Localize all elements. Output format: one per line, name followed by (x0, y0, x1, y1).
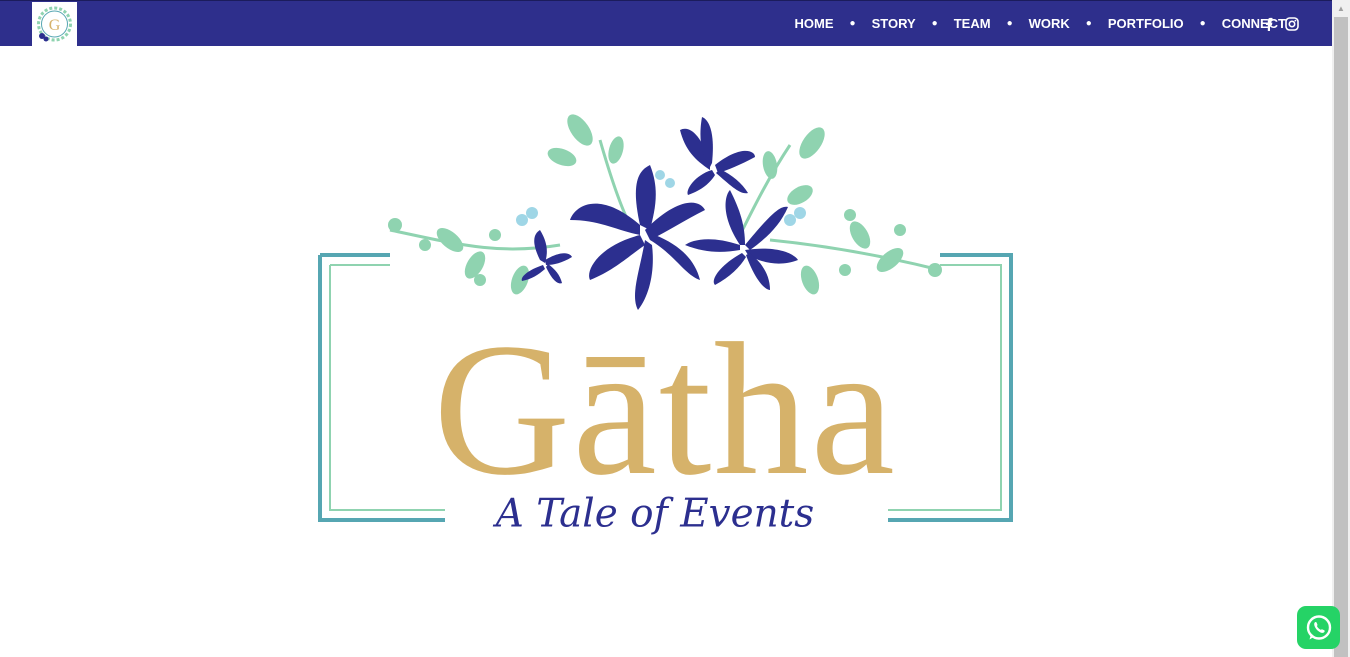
facebook-icon[interactable] (1262, 17, 1276, 31)
site-logo[interactable]: G (32, 2, 77, 46)
page-scrollbar[interactable]: ▲ (1332, 0, 1350, 657)
tagline: A Tale of Events (493, 492, 814, 537)
nav-work[interactable]: WORK (1029, 16, 1070, 31)
top-navbar: G HOME ● STORY ● TEAM ● WORK ● PORTFOLIO… (0, 0, 1332, 46)
floral-cluster-icon (388, 114, 942, 310)
logo-letter: G (49, 17, 61, 34)
page: G HOME ● STORY ● TEAM ● WORK ● PORTFOLIO… (0, 0, 1350, 657)
nav-home[interactable]: HOME (795, 16, 834, 31)
nav-team[interactable]: TEAM (954, 16, 991, 31)
nav-separator: ● (849, 17, 856, 29)
nav-separator: ● (1199, 17, 1206, 29)
tagline-text: A Tale of Events (493, 492, 814, 537)
nav-story[interactable]: STORY (872, 16, 916, 31)
main-menu: HOME ● STORY ● TEAM ● WORK ● PORTFOLIO ●… (795, 1, 1286, 46)
nav-separator: ● (1006, 17, 1013, 29)
nav-separator: ● (931, 17, 938, 29)
scroll-thumb[interactable] (1334, 17, 1348, 657)
scroll-up-arrow-icon[interactable]: ▲ (1332, 0, 1350, 17)
nav-portfolio[interactable]: PORTFOLIO (1108, 16, 1184, 31)
whatsapp-icon (1306, 614, 1331, 640)
instagram-icon[interactable] (1285, 16, 1299, 31)
nav-separator: ● (1085, 17, 1092, 29)
whatsapp-chat-button[interactable] (1297, 606, 1340, 649)
logo-wreath-icon: G (37, 6, 72, 42)
social-links (1262, 1, 1299, 46)
